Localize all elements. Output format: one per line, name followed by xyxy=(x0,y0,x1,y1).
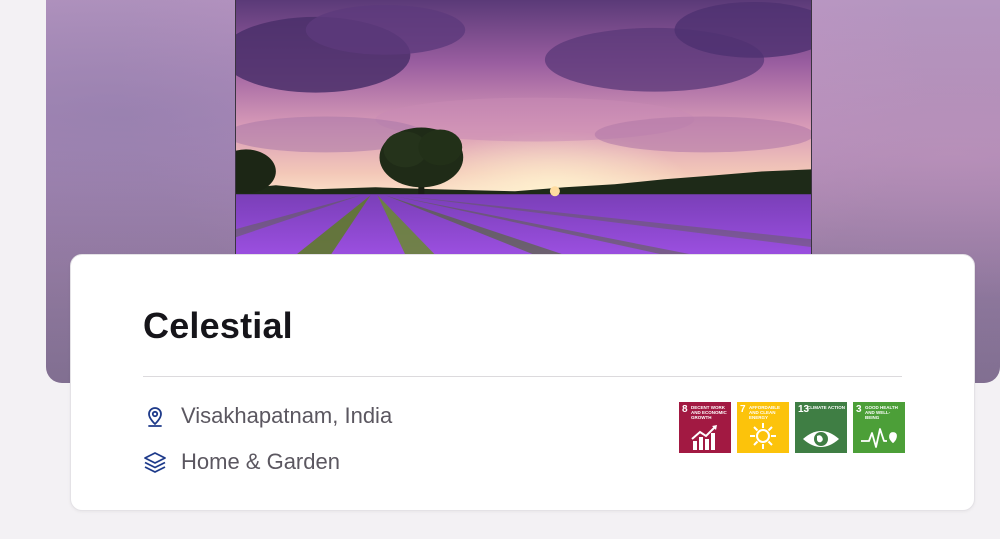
sdg-badges: 8 DECENT WORK AND ECONOMIC GROWTH 7 AFFO… xyxy=(679,402,905,453)
layers-icon xyxy=(143,450,167,474)
location-text: Visakhapatnam, India xyxy=(181,403,393,428)
sdg-badge-7[interactable]: 7 AFFORDABLE AND CLEAN ENERGY xyxy=(737,402,789,453)
sdg-badge-8[interactable]: 8 DECENT WORK AND ECONOMIC GROWTH xyxy=(679,402,731,453)
project-title: Celestial xyxy=(143,305,293,346)
sdg-label: AFFORDABLE AND CLEAN ENERGY xyxy=(749,405,780,420)
hero-image xyxy=(235,0,812,256)
project-category: Home & Garden xyxy=(143,449,340,475)
sdg-number: 8 xyxy=(682,404,688,415)
growth-chart-icon xyxy=(679,423,731,451)
sdg-label: CLIMATE ACTION xyxy=(807,405,845,410)
divider xyxy=(143,376,902,377)
sdg-badge-13[interactable]: 13 CLIMATE ACTION xyxy=(795,402,847,453)
sdg-label: GOOD HEALTH AND WELL-BEING xyxy=(865,405,898,420)
project-card: Celestial Visakhapatnam, India Home & Ga… xyxy=(70,254,975,511)
sdg-badge-3[interactable]: 3 GOOD HEALTH AND WELL-BEING xyxy=(853,402,905,453)
sdg-label: DECENT WORK AND ECONOMIC GROWTH xyxy=(691,405,727,420)
category-text: Home & Garden xyxy=(181,449,340,474)
sdg-number: 7 xyxy=(740,404,746,415)
project-location: Visakhapatnam, India xyxy=(143,403,392,429)
eye-globe-icon xyxy=(795,427,847,451)
heartbeat-icon xyxy=(853,425,905,451)
map-pin-icon xyxy=(143,404,167,428)
sdg-number: 3 xyxy=(856,404,862,415)
sun-icon xyxy=(737,421,789,451)
